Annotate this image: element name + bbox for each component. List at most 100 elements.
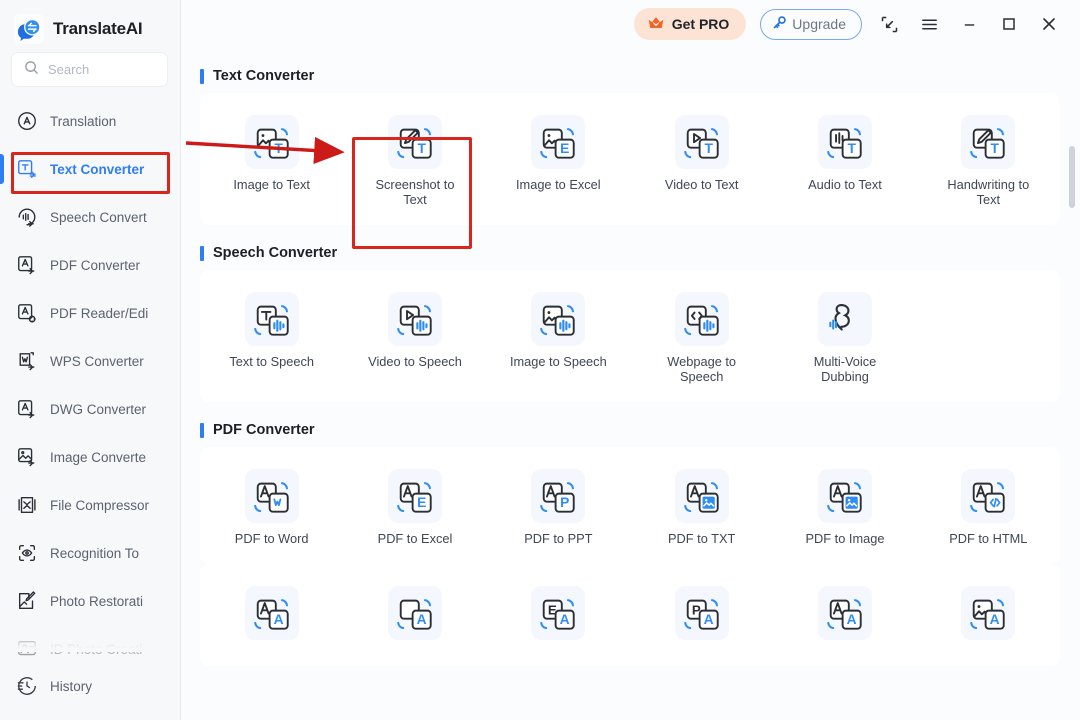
svg-text:T: T (274, 141, 283, 156)
card-video-to-speech[interactable]: Video to Speech (343, 284, 486, 390)
card-pdf-to-txt[interactable]: PDF to TXT (630, 461, 773, 552)
svg-text:T: T (704, 141, 713, 156)
sidebar-item-translation[interactable]: Translation (0, 97, 180, 145)
get-pro-button[interactable]: Get PRO (633, 8, 747, 40)
sidebar-item-speech-convert[interactable]: Speech Convert (0, 193, 180, 241)
sidebar-item-dwg-converter[interactable]: DWG Converter (0, 385, 180, 433)
card-word-to-pdf[interactable]: A (343, 578, 486, 654)
card-label: PDF to TXT (667, 531, 736, 546)
pdf-to-ppt-icon: P (531, 469, 586, 523)
card-pdf-to-image[interactable]: PDF to Image (773, 461, 916, 552)
card-label: PDF to Word (234, 531, 309, 546)
scrollbar-thumb[interactable] (1069, 146, 1075, 208)
section-header: PDF Converter (200, 413, 1060, 447)
card-handwriting-to-text[interactable]: T Handwriting to Text (917, 107, 1060, 213)
card-image-to-pdf[interactable]: A (917, 578, 1060, 654)
ppt-to-pdf-icon: PA (674, 586, 729, 640)
card-label: Image to Speech (509, 354, 607, 369)
pdf-to-txt-icon (674, 469, 729, 523)
card-label: Text to Speech (229, 354, 314, 369)
sidebar-item-text-converter[interactable]: Text Converter (0, 145, 180, 193)
sidebar-item-history[interactable]: History (0, 664, 180, 708)
card-pdf-to-ppt[interactable]: P PDF to PPT (487, 461, 630, 552)
card-excel-to-pdf[interactable]: EA (487, 578, 630, 654)
video-to-speech-icon (387, 292, 442, 346)
get-pro-label: Get PRO (671, 16, 730, 32)
card-audio-to-text[interactable]: T Audio to Text (773, 107, 916, 213)
image-converter-icon (16, 446, 38, 468)
card-image-to-text[interactable]: T Image to Text (200, 107, 343, 213)
card-label: Image to Text (233, 177, 310, 192)
sidebar-item-image-converte[interactable]: Image Converte (0, 433, 180, 481)
sidebar-item-recognition-to[interactable]: Recognition To (0, 529, 180, 577)
card-label: Webpage to Speech (667, 354, 737, 384)
word-to-pdf-icon: A (387, 586, 442, 640)
card-label: Handwriting to Text (947, 177, 1030, 207)
card-label: Screenshot to Text (375, 177, 455, 207)
content-scrollbar[interactable] (1069, 62, 1075, 702)
card-label: Multi-Voice Dubbing (813, 354, 877, 384)
upgrade-button[interactable]: Upgrade (760, 8, 862, 40)
sidebar-item-label: History (50, 678, 93, 694)
excel-to-pdf-icon: EA (531, 586, 586, 640)
card-screenshot-to-text[interactable]: T Screenshot to Text (343, 107, 486, 213)
sidebar-item-label: Speech Convert (50, 209, 147, 225)
maximize-icon[interactable] (996, 11, 1022, 37)
sidebar-item-label: DWG Converter (50, 401, 147, 417)
app-window: TranslateAI Translation Text Converter Spe… (0, 0, 1080, 720)
card-pdf-to-excel[interactable]: E PDF to Excel (343, 461, 486, 552)
section-accent-bar (200, 422, 204, 438)
card-multi-voice-dubbing[interactable]: Multi-Voice Dubbing (773, 284, 916, 390)
svg-text:T: T (417, 141, 426, 156)
card-pdf-to-html[interactable]: PDF to HTML (917, 461, 1060, 552)
crown-icon (647, 15, 665, 33)
content-scroll-area: Text Converter T Image to Text T Screenshot … (181, 48, 1080, 720)
collapse-icon[interactable] (876, 11, 902, 37)
svg-text:T: T (991, 141, 1000, 156)
translate-bubbles-logo (14, 14, 44, 44)
svg-text:E: E (417, 495, 426, 510)
card-txt-to-pdf[interactable]: A (200, 578, 343, 654)
topbar: Get PRO Upgrade (181, 0, 1080, 48)
svg-text:A: A (560, 612, 570, 627)
card-pdf-to-word[interactable]: PDF to Word (200, 461, 343, 552)
card-panel: Text to Speech Video to Speech Image to Sp… (200, 270, 1060, 402)
text-converter-icon (16, 158, 38, 180)
card-image-to-speech[interactable]: Image to Speech (487, 284, 630, 390)
card-image-to-excel[interactable]: E Image to Excel (487, 107, 630, 213)
card-text-to-pdf[interactable]: A (773, 578, 916, 654)
section-accent-bar (200, 68, 204, 84)
svg-text:T: T (847, 141, 856, 156)
sidebar-item-file-compressor[interactable]: File Compressor (0, 481, 180, 529)
image-to-speech-icon (531, 292, 586, 346)
search-input[interactable] (48, 62, 158, 77)
svg-text:A: A (703, 612, 713, 627)
svg-text:A: A (417, 612, 427, 627)
card-video-to-text[interactable]: T Video to Text (630, 107, 773, 213)
card-label: PDF to PPT (524, 531, 593, 546)
card-label: PDF to HTML (949, 531, 1028, 546)
card-ppt-to-pdf[interactable]: PA (630, 578, 773, 654)
sidebar-item-pdf-reader-edi[interactable]: PDF Reader/Edi (0, 289, 180, 337)
menu-icon[interactable] (916, 11, 942, 37)
audio-to-text-icon: T (817, 115, 872, 169)
card-panel: T Image to Text T Screenshot to Text E Image … (200, 93, 1060, 225)
history-icon (16, 675, 38, 697)
card-panel: AAEAPAAA (200, 564, 1060, 666)
sidebar: TranslateAI Translation Text Converter Spe… (0, 0, 181, 720)
search-box[interactable] (11, 52, 168, 87)
wps-converter-icon (16, 350, 38, 372)
close-icon[interactable] (1036, 11, 1062, 37)
card-text-to-speech[interactable]: Text to Speech (200, 284, 343, 390)
card-webpage-to-speech[interactable]: Webpage to Speech (630, 284, 773, 390)
sidebar-item-wps-converter[interactable]: WPS Converter (0, 337, 180, 385)
minimize-icon[interactable] (956, 11, 982, 37)
image-to-excel-icon: E (531, 115, 586, 169)
sidebar-item-photo-restorati[interactable]: Photo Restorati (0, 577, 180, 625)
section-title: PDF Converter (213, 422, 315, 438)
section-accent-bar (200, 245, 204, 261)
sidebar-item-pdf-converter[interactable]: PDF Converter (0, 241, 180, 289)
card-label: Video to Speech (368, 354, 462, 369)
key-icon (772, 15, 787, 33)
text-to-speech-icon (244, 292, 299, 346)
